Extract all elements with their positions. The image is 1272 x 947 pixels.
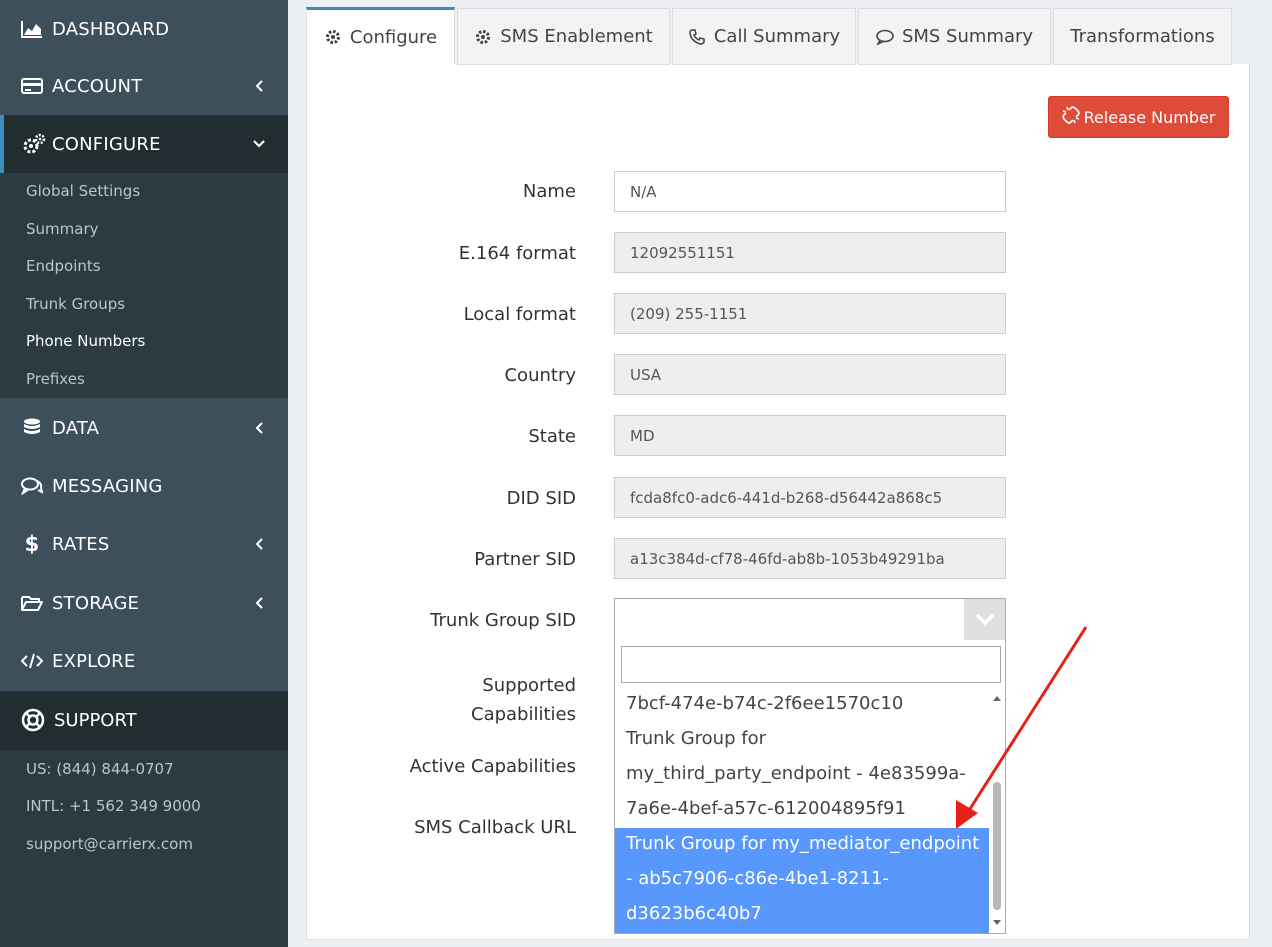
- support-email[interactable]: support@carrierx.com: [26, 835, 193, 853]
- trunk-group-sid-select[interactable]: [614, 598, 1006, 641]
- option-line: Trunk Group for: [626, 728, 766, 749]
- scroll-up-icon[interactable]: [993, 696, 1001, 701]
- nav-explore-label: EXPLORE: [52, 650, 136, 672]
- nav-rates[interactable]: $ RATES: [0, 515, 288, 573]
- supported-capabilities-label: Supported Capabilities: [471, 671, 576, 729]
- life-ring-icon: [21, 708, 45, 737]
- nav-storage-label: STORAGE: [52, 592, 140, 614]
- support-label: SUPPORT: [54, 710, 137, 731]
- nav-messaging[interactable]: MESSAGING: [0, 457, 288, 515]
- option-line: 7bcf-474e-b74c-2f6ee1570c10: [626, 693, 904, 714]
- state-field: MD: [614, 415, 1006, 456]
- nav-messaging-label: MESSAGING: [52, 475, 163, 497]
- support-info: US: (844) 844-0707 INTL: +1 562 349 9000…: [0, 750, 288, 947]
- submenu-endpoints[interactable]: Endpoints: [26, 257, 101, 275]
- code-icon: [20, 649, 44, 673]
- folder-open-icon: [20, 591, 44, 615]
- tab-transformations[interactable]: Transformations: [1053, 8, 1232, 65]
- partner-sid-field: a13c384d-cf78-46fd-ab8b-1053b49291ba: [614, 538, 1006, 579]
- comments-icon: [20, 474, 44, 498]
- trunk-group-dropdown: 7bcf-474e-b74c-2f6ee1570c10 Trunk Group …: [614, 640, 1006, 934]
- tab-sms-enablement-label: SMS Enablement: [500, 26, 653, 47]
- did-sid-label: DID SID: [506, 488, 576, 509]
- configure-submenu: Global Settings Summary Endpoints Trunk …: [0, 173, 288, 398]
- nav-configure-label: CONFIGURE: [52, 133, 161, 155]
- tab-sms-summary-label: SMS Summary: [901, 26, 1034, 47]
- tab-configure-label: Configure: [349, 26, 438, 48]
- chevron-down-icon: [252, 137, 266, 151]
- country-label: Country: [504, 365, 576, 386]
- support-header[interactable]: SUPPORT: [0, 691, 288, 750]
- release-number-button[interactable]: Release Number: [1048, 96, 1229, 138]
- main-content: Configure SMS Enablement Call Summary SM…: [288, 0, 1272, 947]
- gear-icon: [324, 28, 342, 46]
- name-field[interactable]: N/A: [614, 171, 1006, 212]
- credit-card-icon: [20, 74, 44, 98]
- dollar-icon: $: [24, 532, 40, 556]
- trunk-group-sid-label: Trunk Group SID: [430, 610, 576, 631]
- supported-capabilities-label-line1: Supported: [482, 675, 576, 696]
- chevron-left-icon: [252, 79, 266, 93]
- country-field: USA: [614, 354, 1006, 395]
- cogs-icon: [22, 132, 46, 156]
- tab-sms-summary[interactable]: SMS Summary: [858, 8, 1051, 65]
- chevron-left-icon: [252, 537, 266, 551]
- dropdown-scrollbar[interactable]: [989, 690, 1005, 933]
- nav-dashboard-label: DASHBOARD: [52, 18, 170, 40]
- submenu-global-settings[interactable]: Global Settings: [26, 182, 140, 200]
- nav-data-label: DATA: [52, 417, 100, 439]
- dropdown-options-list: 7bcf-474e-b74c-2f6ee1570c10 Trunk Group …: [615, 690, 991, 933]
- nav-data[interactable]: DATA: [0, 399, 288, 457]
- support-intl-phone: INTL: +1 562 349 9000: [26, 797, 201, 815]
- submenu-summary[interactable]: Summary: [26, 220, 99, 238]
- nav-configure[interactable]: CONFIGURE: [0, 115, 288, 173]
- tab-call-summary[interactable]: Call Summary: [672, 8, 856, 65]
- phone-icon: [688, 28, 706, 46]
- sms-callback-url-label: SMS Callback URL: [414, 817, 576, 838]
- local-format-label: Local format: [463, 304, 576, 325]
- release-number-label: Release Number: [1083, 107, 1216, 127]
- submenu-trunk-groups[interactable]: Trunk Groups: [26, 295, 125, 313]
- support-us-phone: US: (844) 844-0707: [26, 760, 174, 778]
- chevron-left-icon: [252, 596, 266, 610]
- dropdown-search-input[interactable]: [621, 646, 1001, 683]
- nav-storage[interactable]: STORAGE: [0, 574, 288, 632]
- option-line: Trunk Group for my_mediator_endpoint: [626, 833, 980, 854]
- sidebar: DASHBOARD ACCOUNT CONFIGURE Global Setti…: [0, 0, 288, 947]
- unlink-icon: [1061, 106, 1080, 128]
- comment-icon: [876, 28, 894, 46]
- active-capabilities-label: Active Capabilities: [409, 756, 576, 777]
- e164-field: 12092551151: [614, 232, 1006, 273]
- submenu-phone-numbers[interactable]: Phone Numbers: [26, 332, 145, 350]
- option-line: my_third_party_endpoint - 4e83599a-: [626, 763, 966, 784]
- tab-sms-enablement[interactable]: SMS Enablement: [457, 8, 670, 65]
- supported-capabilities-label-line2: Capabilities: [471, 704, 576, 725]
- database-icon: [20, 416, 44, 440]
- scrollbar-thumb[interactable]: [993, 782, 1001, 910]
- option-line: 7a6e-4bef-a57c-612004895f91: [626, 798, 906, 819]
- nav-rates-label: RATES: [52, 533, 110, 555]
- option-line: - ab5c7906-c86e-4be1-8211-: [626, 868, 889, 889]
- nav-account[interactable]: ACCOUNT: [0, 57, 288, 115]
- gear-icon: [474, 28, 492, 46]
- nav-account-label: ACCOUNT: [52, 75, 143, 97]
- did-sid-field: fcda8fc0-adc6-441d-b268-d56442a868c5: [614, 477, 1006, 518]
- state-label: State: [528, 426, 576, 447]
- option-line: d3623b6c40b7: [626, 903, 762, 924]
- scroll-down-icon[interactable]: [993, 920, 1001, 925]
- name-label: Name: [522, 181, 576, 202]
- tab-transformations-label: Transformations: [1070, 26, 1215, 47]
- nav-dashboard[interactable]: DASHBOARD: [0, 0, 288, 58]
- tab-configure[interactable]: Configure: [306, 7, 455, 64]
- submenu-prefixes[interactable]: Prefixes: [26, 370, 85, 388]
- chevron-down-icon[interactable]: [964, 599, 1005, 640]
- chart-area-icon: [20, 17, 44, 41]
- chevron-left-icon: [252, 421, 266, 435]
- partner-sid-label: Partner SID: [474, 549, 576, 570]
- dropdown-option-selected[interactable]: Trunk Group for my_mediator_endpoint - a…: [615, 828, 991, 933]
- e164-label: E.164 format: [458, 243, 576, 264]
- tab-call-summary-label: Call Summary: [713, 26, 841, 47]
- nav-explore[interactable]: EXPLORE: [0, 632, 288, 690]
- local-format-field: (209) 255-1151: [614, 293, 1006, 334]
